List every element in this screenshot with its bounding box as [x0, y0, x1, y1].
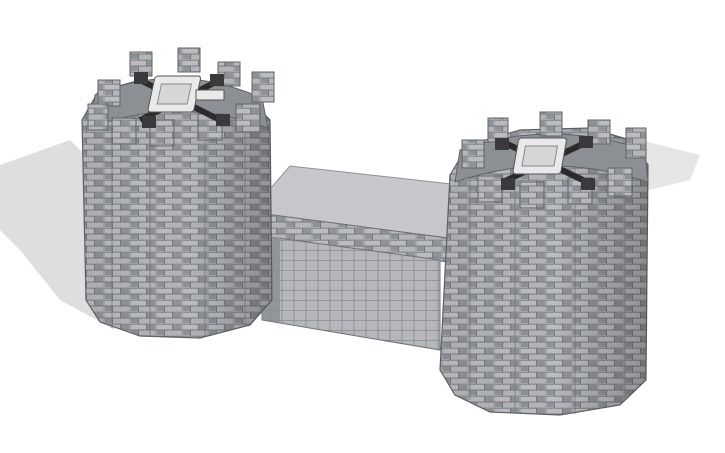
- bridge: [249, 165, 471, 351]
- castle-gate-3d-model: [0, 47, 700, 416]
